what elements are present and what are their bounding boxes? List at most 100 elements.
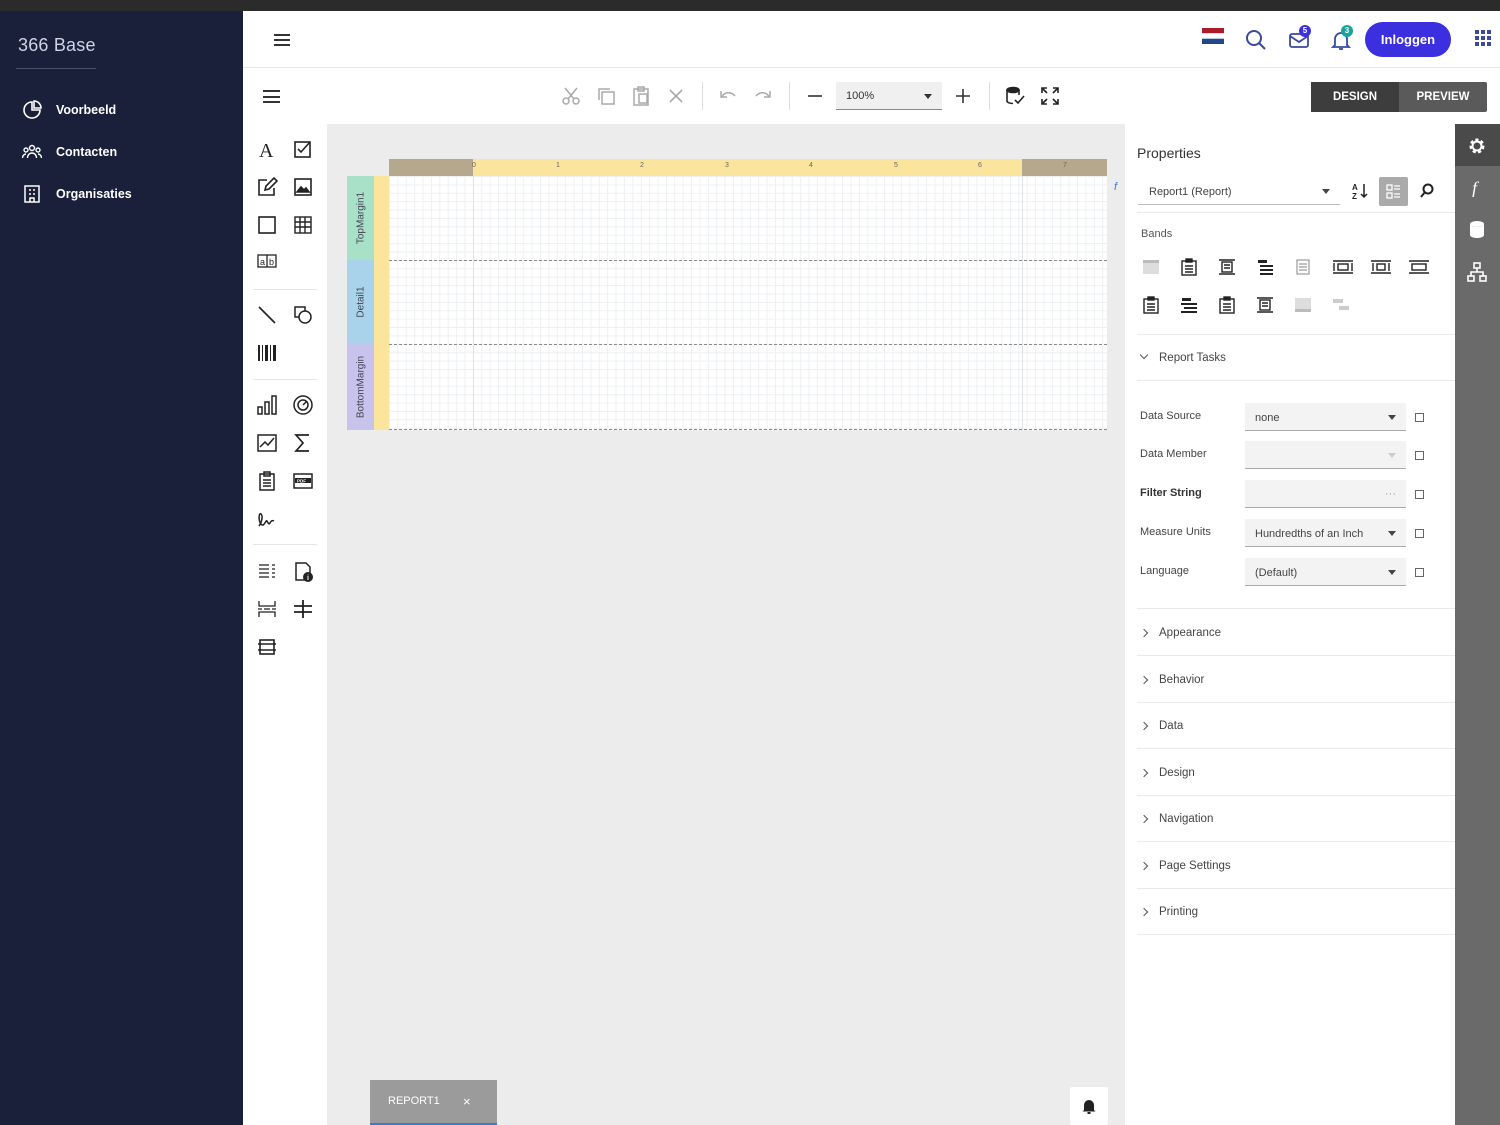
line-tool-icon[interactable] bbox=[256, 304, 278, 326]
expressions-tab-icon[interactable]: f bbox=[1469, 177, 1485, 197]
ellipsis-icon[interactable]: ··· bbox=[1385, 488, 1396, 500]
page-info-tool-icon[interactable]: i bbox=[292, 560, 314, 582]
data-member-select[interactable] bbox=[1245, 441, 1406, 469]
band-groupheader-icon[interactable] bbox=[1256, 258, 1274, 276]
subreport-tool-icon[interactable] bbox=[256, 470, 278, 492]
validate-bindings-icon[interactable] bbox=[1004, 85, 1026, 107]
zoom-in-icon[interactable] bbox=[952, 85, 974, 107]
sidebar-item-contacten[interactable]: Contacten bbox=[22, 140, 117, 164]
band-topmargin[interactable]: TopMargin1 bbox=[347, 176, 374, 260]
chevron-down-icon bbox=[1388, 570, 1396, 575]
checkbox-tool-icon[interactable] bbox=[292, 138, 314, 160]
section-appearance[interactable]: Appearance bbox=[1137, 610, 1455, 656]
band-verticaldetail-icon[interactable] bbox=[1218, 296, 1236, 314]
picture-tool-icon[interactable] bbox=[292, 176, 314, 198]
table-tool-icon[interactable] bbox=[292, 214, 314, 236]
character-comb-tool-icon[interactable]: ab bbox=[256, 250, 278, 272]
report-explorer-tab-icon[interactable] bbox=[1467, 262, 1487, 282]
categorize-button[interactable] bbox=[1379, 177, 1408, 206]
section-navigation[interactable]: Navigation bbox=[1137, 796, 1455, 842]
prop-checkbox[interactable] bbox=[1415, 529, 1424, 538]
band-subband-icon[interactable] bbox=[1142, 296, 1160, 314]
gauge-tool-icon[interactable] bbox=[292, 394, 314, 416]
cross-band-line-tool-icon[interactable] bbox=[292, 598, 314, 620]
band-verticalheader-icon[interactable] bbox=[1180, 296, 1198, 314]
signature-tool-icon[interactable] bbox=[256, 508, 278, 530]
cross-band-box-tool-icon[interactable] bbox=[256, 636, 278, 658]
band-reportfooter-icon[interactable] bbox=[1408, 258, 1430, 276]
toc-tool-icon[interactable] bbox=[256, 560, 278, 582]
sidebar-item-organisaties[interactable]: Organisaties bbox=[22, 182, 132, 206]
notifications-button[interactable] bbox=[1070, 1087, 1108, 1125]
band-detailreport-icon[interactable] bbox=[1332, 258, 1354, 276]
report-tasks-section[interactable]: Report Tasks bbox=[1137, 335, 1455, 381]
field-list-tab-icon[interactable] bbox=[1468, 220, 1486, 240]
fullscreen-icon[interactable] bbox=[1039, 85, 1061, 107]
section-behavior[interactable]: Behavior bbox=[1137, 657, 1455, 703]
login-button[interactable]: Inloggen bbox=[1365, 22, 1451, 57]
filter-string-input[interactable]: ··· bbox=[1245, 480, 1406, 508]
chart-tool-icon[interactable] bbox=[256, 394, 278, 416]
paste-icon[interactable] bbox=[630, 85, 652, 107]
band-insert-icon[interactable] bbox=[1332, 296, 1350, 314]
notification-badge: 3 bbox=[1341, 25, 1353, 37]
apps-grid-icon[interactable] bbox=[1474, 29, 1492, 47]
richtext-tool-icon[interactable] bbox=[256, 176, 278, 198]
brand-divider bbox=[16, 68, 96, 69]
menu-toggle-icon[interactable] bbox=[274, 34, 290, 46]
section-printing[interactable]: Printing bbox=[1137, 889, 1455, 935]
barcode-tool-icon[interactable] bbox=[256, 342, 278, 364]
gear-icon bbox=[1469, 138, 1485, 154]
section-design[interactable]: Design bbox=[1137, 750, 1455, 796]
prop-checkbox[interactable] bbox=[1415, 490, 1424, 499]
search-icon[interactable] bbox=[1244, 28, 1268, 52]
delete-icon[interactable] bbox=[665, 85, 687, 107]
section-page-settings[interactable]: Page Settings bbox=[1137, 843, 1455, 889]
prop-checkbox[interactable] bbox=[1415, 568, 1424, 577]
expression-icon[interactable]: f bbox=[1113, 180, 1123, 192]
band-groupfooter-icon[interactable] bbox=[1370, 258, 1392, 276]
redo-icon[interactable] bbox=[752, 85, 774, 107]
sparkline-tool-icon[interactable] bbox=[256, 432, 278, 454]
data-source-select[interactable]: none bbox=[1245, 403, 1406, 431]
panel-tool-icon[interactable] bbox=[256, 214, 278, 236]
zoom-select[interactable]: 100% bbox=[836, 82, 942, 110]
preview-tab[interactable]: PREVIEW bbox=[1399, 82, 1487, 112]
cut-icon[interactable] bbox=[560, 85, 582, 107]
summary-tool-icon[interactable] bbox=[292, 432, 314, 454]
ruler-tick: 6 bbox=[978, 162, 982, 169]
language-select[interactable]: (Default) bbox=[1245, 558, 1406, 586]
band-bottommargin-icon[interactable] bbox=[1294, 296, 1312, 314]
band-detail-icon[interactable] bbox=[1294, 258, 1312, 276]
search-icon[interactable] bbox=[1418, 182, 1436, 200]
band-verticaltotal-icon[interactable] bbox=[1256, 296, 1274, 314]
zoom-out-icon[interactable] bbox=[804, 85, 826, 107]
close-icon[interactable]: × bbox=[463, 1094, 471, 1109]
page-break-tool-icon[interactable] bbox=[256, 598, 278, 620]
report-tab[interactable]: REPORT1 × bbox=[370, 1080, 497, 1125]
design-tab[interactable]: DESIGN bbox=[1311, 82, 1399, 112]
shape-tool-icon[interactable] bbox=[292, 304, 314, 326]
flag-nl-icon[interactable] bbox=[1202, 28, 1224, 44]
label-tool-icon[interactable]: A bbox=[256, 138, 278, 160]
band-bottommargin[interactable]: BottomMargin bbox=[347, 344, 374, 430]
section-data[interactable]: Data bbox=[1137, 703, 1455, 749]
band-pageheader-icon[interactable] bbox=[1218, 258, 1236, 276]
properties-tab[interactable] bbox=[1455, 124, 1500, 166]
designer-menu-icon[interactable] bbox=[263, 90, 280, 103]
band-reportheader-icon[interactable] bbox=[1180, 258, 1198, 276]
undo-icon[interactable] bbox=[717, 85, 739, 107]
sidebar-item-voorbeeld[interactable]: Voorbeeld bbox=[22, 98, 116, 122]
prop-checkbox[interactable] bbox=[1415, 413, 1424, 422]
copy-icon[interactable] bbox=[595, 85, 617, 107]
chevron-down-icon bbox=[1322, 189, 1330, 194]
svg-text:PDF: PDF bbox=[297, 478, 306, 483]
ruler-tick: 2 bbox=[640, 162, 644, 169]
prop-checkbox[interactable] bbox=[1415, 451, 1424, 460]
band-topmargin-icon[interactable] bbox=[1142, 258, 1160, 276]
object-selector[interactable]: Report1 (Report) bbox=[1138, 177, 1340, 205]
pdf-content-tool-icon[interactable]: PDF bbox=[292, 470, 314, 492]
measure-units-select[interactable]: Hundredths of an Inch bbox=[1245, 519, 1406, 547]
sort-alpha-icon[interactable]: AZ bbox=[1351, 181, 1369, 201]
band-detail[interactable]: Detail1 bbox=[347, 260, 374, 344]
